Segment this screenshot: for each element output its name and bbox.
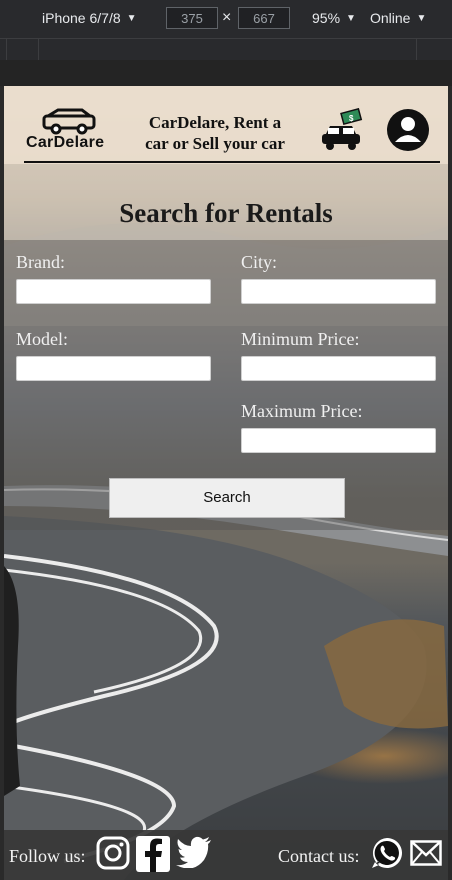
city-input[interactable] [241, 279, 436, 304]
tagline-line-1: CarDelare, Rent a [148, 113, 282, 132]
instagram-icon[interactable] [96, 836, 130, 870]
chevron-down-icon: ▼ [126, 12, 137, 24]
model-label: Model: [16, 329, 68, 349]
follow-us-label: Follow us: [9, 846, 86, 866]
search-button[interactable]: Search [109, 478, 345, 518]
zoom-label: 95% [312, 10, 341, 26]
viewport-width-input[interactable]: 375 [166, 7, 218, 29]
site-footer: Follow us: Contact us: [4, 830, 448, 880]
devtools-ruler [0, 38, 452, 61]
whatsapp-icon[interactable] [370, 836, 404, 870]
tagline-line-2: car or Sell your car [145, 134, 285, 153]
header-divider [24, 161, 440, 163]
zoom-select[interactable]: 95% ▼ [312, 10, 356, 26]
brand-label: Brand: [16, 252, 65, 272]
dimension-separator: × [222, 9, 232, 26]
facebook-icon[interactable] [136, 836, 170, 872]
chevron-down-icon: ▼ [346, 12, 356, 24]
account-icon[interactable] [386, 108, 430, 152]
city-label: City: [241, 252, 278, 272]
mail-icon[interactable] [410, 840, 442, 866]
model-input[interactable] [16, 356, 211, 381]
network-label: Online [370, 10, 411, 26]
viewport-height-input[interactable]: 667 [238, 7, 290, 29]
emulated-page: CarDelare CarDelare, Rent a car or Sell … [4, 86, 448, 880]
twitter-icon[interactable] [176, 836, 212, 868]
devtools-toolbar: iPhone 6/7/8 ▼ 375 × 667 95% ▼ Online ▼ [0, 0, 452, 38]
network-select[interactable]: Online ▼ [370, 10, 426, 26]
brand-input[interactable] [16, 279, 211, 304]
site-tagline: CarDelare, Rent a car or Sell your car [132, 112, 298, 154]
sell-badge: $ [349, 114, 354, 123]
device-select[interactable]: iPhone 6/7/8 ▼ [42, 10, 137, 26]
min-price-label: Minimum Price: [241, 329, 360, 349]
max-price-input[interactable] [241, 428, 436, 453]
chevron-down-icon: ▼ [416, 12, 427, 24]
site-header: CarDelare CarDelare, Rent a car or Sell … [4, 86, 448, 164]
logo-text[interactable]: CarDelare [26, 134, 104, 152]
contact-us-label: Contact us: [278, 846, 360, 866]
viewport-margin [0, 60, 452, 86]
device-label: iPhone 6/7/8 [42, 10, 121, 26]
min-price-input[interactable] [241, 356, 436, 381]
car-dollar-icon[interactable]: $ [318, 108, 364, 154]
max-price-label: Maximum Price: [241, 401, 363, 421]
search-title: Search for Rentals [119, 198, 333, 228]
